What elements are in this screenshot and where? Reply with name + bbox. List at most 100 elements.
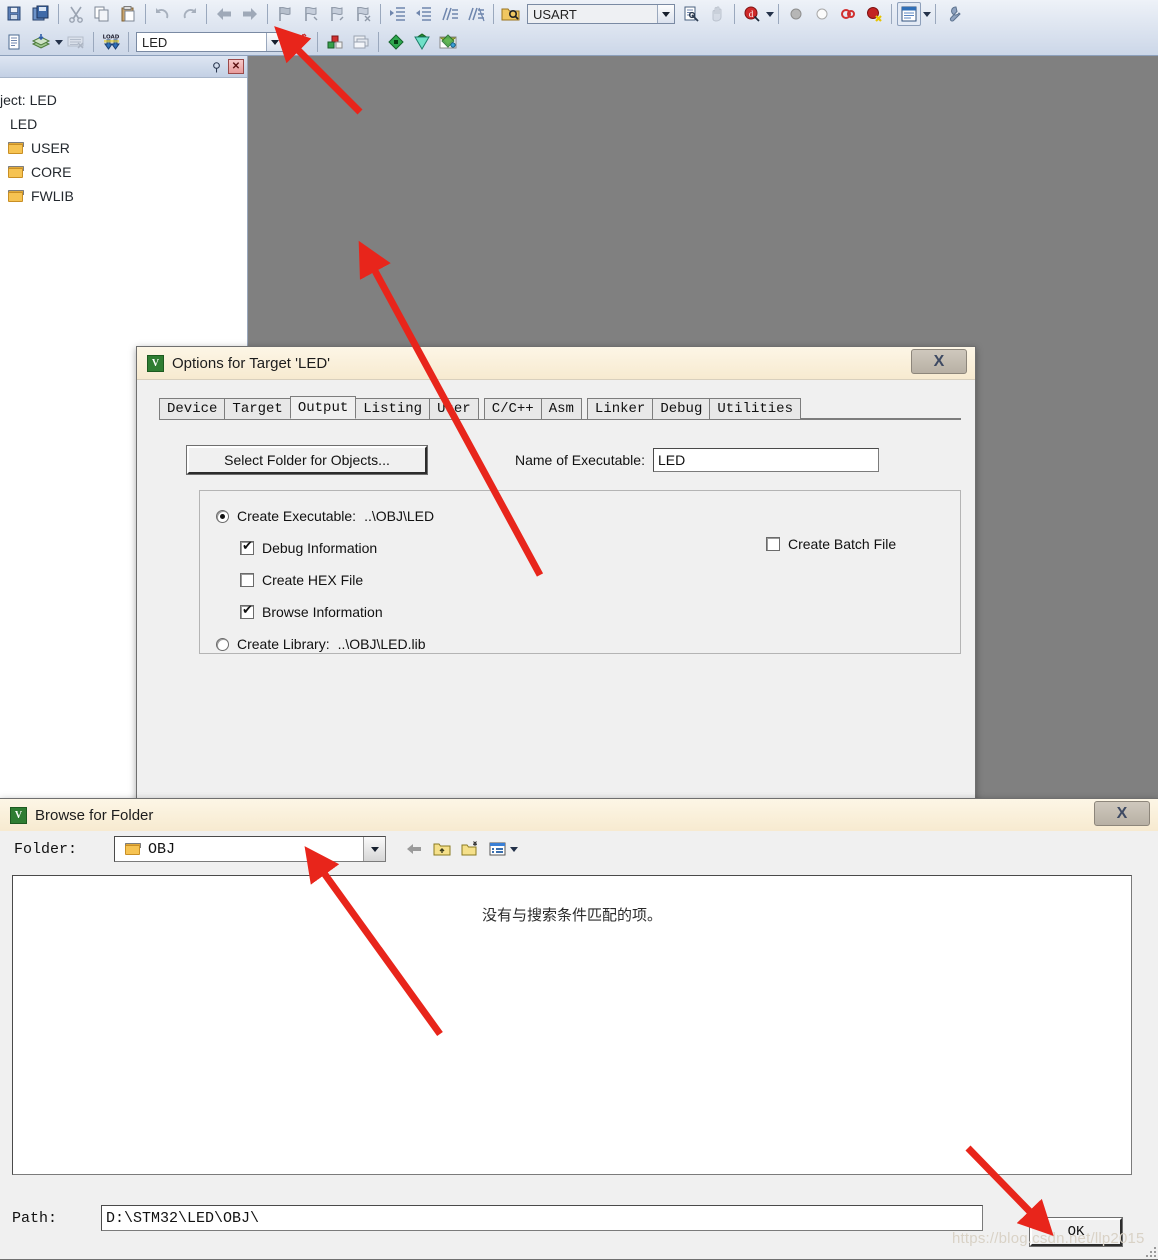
rebuild-all-icon[interactable] xyxy=(64,30,88,54)
cut-icon[interactable] xyxy=(64,2,88,26)
browse-toolbar: Folder: OBJ xyxy=(0,831,1158,867)
uncomment-lines-icon[interactable] xyxy=(464,2,488,26)
name-of-executable-input[interactable]: LED xyxy=(652,448,879,472)
navigate-back-icon[interactable] xyxy=(212,2,236,26)
chevron-down-icon[interactable] xyxy=(363,837,385,861)
create-library-radio[interactable] xyxy=(216,637,229,651)
search-input[interactable]: USART xyxy=(528,7,657,22)
options-for-target-dialog: V Options for Target 'LED' X Device Targ… xyxy=(136,346,976,814)
create-executable-radio[interactable] xyxy=(216,509,229,523)
search-combo[interactable]: USART xyxy=(527,4,675,24)
tab-target[interactable]: Target xyxy=(224,398,291,419)
save-all-icon[interactable] xyxy=(3,2,27,26)
breakpoint-disabled-icon[interactable] xyxy=(784,2,808,26)
tree-item-target-label: LED xyxy=(10,116,38,132)
incremental-find-icon[interactable] xyxy=(705,2,729,26)
folder-label: Folder: xyxy=(14,840,78,858)
browse-information-row[interactable]: Browse Information xyxy=(240,601,960,623)
pin-icon[interactable]: ⚲ xyxy=(209,59,224,74)
project-window-dropdown-icon[interactable] xyxy=(923,11,931,17)
new-folder-icon[interactable] xyxy=(458,837,482,861)
target-combo[interactable]: LED xyxy=(136,32,284,52)
pack-installer-icon[interactable] xyxy=(384,30,408,54)
chevron-down-icon[interactable] xyxy=(657,5,674,23)
options-for-target-icon[interactable] xyxy=(288,30,312,54)
bookmark-toggle-icon[interactable] xyxy=(273,2,297,26)
up-one-level-icon[interactable] xyxy=(430,837,454,861)
copy-icon[interactable] xyxy=(90,2,114,26)
indent-decrease-icon[interactable] xyxy=(412,2,436,26)
output-top-row: Select Folder for Objects... Name of Exe… xyxy=(187,446,953,474)
views-dropdown-icon[interactable] xyxy=(510,846,518,852)
find-icon[interactable] xyxy=(679,2,703,26)
tab-linker[interactable]: Linker xyxy=(586,398,654,419)
tabstrip-filler xyxy=(799,418,961,419)
toolbar-separator xyxy=(380,4,381,24)
debug-search-icon[interactable]: d xyxy=(740,2,764,26)
comment-lines-icon[interactable] xyxy=(438,2,462,26)
tab-utilities[interactable]: Utilities xyxy=(709,398,801,419)
configure-icon[interactable] xyxy=(941,2,965,26)
back-arrow-icon[interactable] xyxy=(402,837,426,861)
build-dropdown-icon[interactable] xyxy=(55,39,63,45)
create-library-radio-row[interactable]: Create Library: ..\OBJ\LED.lib xyxy=(216,633,960,655)
tree-item-core[interactable]: CORE xyxy=(0,160,247,184)
find-in-files-icon[interactable] xyxy=(499,2,523,26)
tab-listing[interactable]: Listing xyxy=(355,398,431,419)
breakpoint-toggle-icon[interactable] xyxy=(836,2,860,26)
create-executable-radio-row[interactable]: Create Executable: ..\OBJ\LED xyxy=(216,505,960,527)
tab-output[interactable]: Output xyxy=(289,396,357,419)
folder-file-list[interactable]: 没有与搜索条件匹配的项。 xyxy=(12,875,1132,1175)
chevron-down-icon[interactable] xyxy=(266,33,283,51)
create-library-label: Create Library: xyxy=(237,636,330,652)
manage-project-items-icon[interactable] xyxy=(323,30,347,54)
options-dialog-body: Device Target Output Listing User C/C++ … xyxy=(137,379,975,813)
tab-user[interactable]: User xyxy=(429,398,479,419)
close-button[interactable]: X xyxy=(1094,801,1150,826)
save-icon[interactable] xyxy=(29,2,53,26)
bookmark-clear-icon[interactable] xyxy=(351,2,375,26)
create-batch-file-row[interactable]: Create Batch File xyxy=(766,533,896,555)
indent-increase-icon[interactable] xyxy=(386,2,410,26)
select-software-packs-icon[interactable] xyxy=(436,30,460,54)
tab-debug[interactable]: Debug xyxy=(652,398,711,419)
tree-item-fwlib[interactable]: FWLIB xyxy=(0,184,247,208)
tree-item-target[interactable]: LED xyxy=(0,112,247,136)
manage-multi-project-icon[interactable] xyxy=(349,30,373,54)
redo-icon[interactable] xyxy=(177,2,201,26)
bookmark-next-icon[interactable] xyxy=(325,2,349,26)
tab-device[interactable]: Device xyxy=(159,398,226,419)
undo-icon[interactable] xyxy=(151,2,175,26)
debug-search-dropdown-icon[interactable] xyxy=(766,11,774,17)
folder-combo[interactable]: OBJ xyxy=(114,836,386,862)
target-combo-value[interactable]: LED xyxy=(137,35,266,50)
paste-icon[interactable] xyxy=(116,2,140,26)
output-tab-page: Select Folder for Objects... Name of Exe… xyxy=(159,420,961,654)
close-button[interactable]: X xyxy=(911,349,967,374)
views-icon[interactable] xyxy=(486,837,510,861)
navigate-forward-icon[interactable] xyxy=(238,2,262,26)
build-target-icon[interactable] xyxy=(29,30,53,54)
load-to-flash-icon[interactable]: LOAD xyxy=(99,30,123,54)
toolbar-separator xyxy=(145,4,146,24)
close-icon[interactable]: ✕ xyxy=(228,59,244,74)
path-row: Path: D:\STM32\LED\OBJ\ xyxy=(12,1205,984,1231)
folder-combo-value[interactable]: OBJ xyxy=(115,841,363,858)
tab-c-cpp[interactable]: C/C++ xyxy=(483,398,542,419)
debug-information-checkbox[interactable] xyxy=(240,539,254,555)
project-window-icon[interactable] xyxy=(897,2,921,26)
tab-asm[interactable]: Asm xyxy=(540,398,582,419)
bookmark-prev-icon[interactable] xyxy=(299,2,323,26)
create-batch-file-checkbox[interactable] xyxy=(766,537,780,551)
select-folder-for-objects-button[interactable]: Select Folder for Objects... xyxy=(187,446,427,474)
translate-file-icon[interactable] xyxy=(3,30,27,54)
browse-information-checkbox[interactable] xyxy=(240,603,254,619)
path-label: Path: xyxy=(12,1209,58,1227)
tree-item-user[interactable]: USER xyxy=(0,136,247,160)
create-hex-file-checkbox[interactable] xyxy=(240,573,254,587)
create-hex-file-row[interactable]: Create HEX File xyxy=(240,569,960,591)
path-input[interactable]: D:\STM32\LED\OBJ\ xyxy=(101,1205,984,1231)
breakpoint-kill-all-icon[interactable] xyxy=(862,2,886,26)
manage-run-time-icon[interactable] xyxy=(410,30,434,54)
breakpoint-empty-icon[interactable] xyxy=(810,2,834,26)
